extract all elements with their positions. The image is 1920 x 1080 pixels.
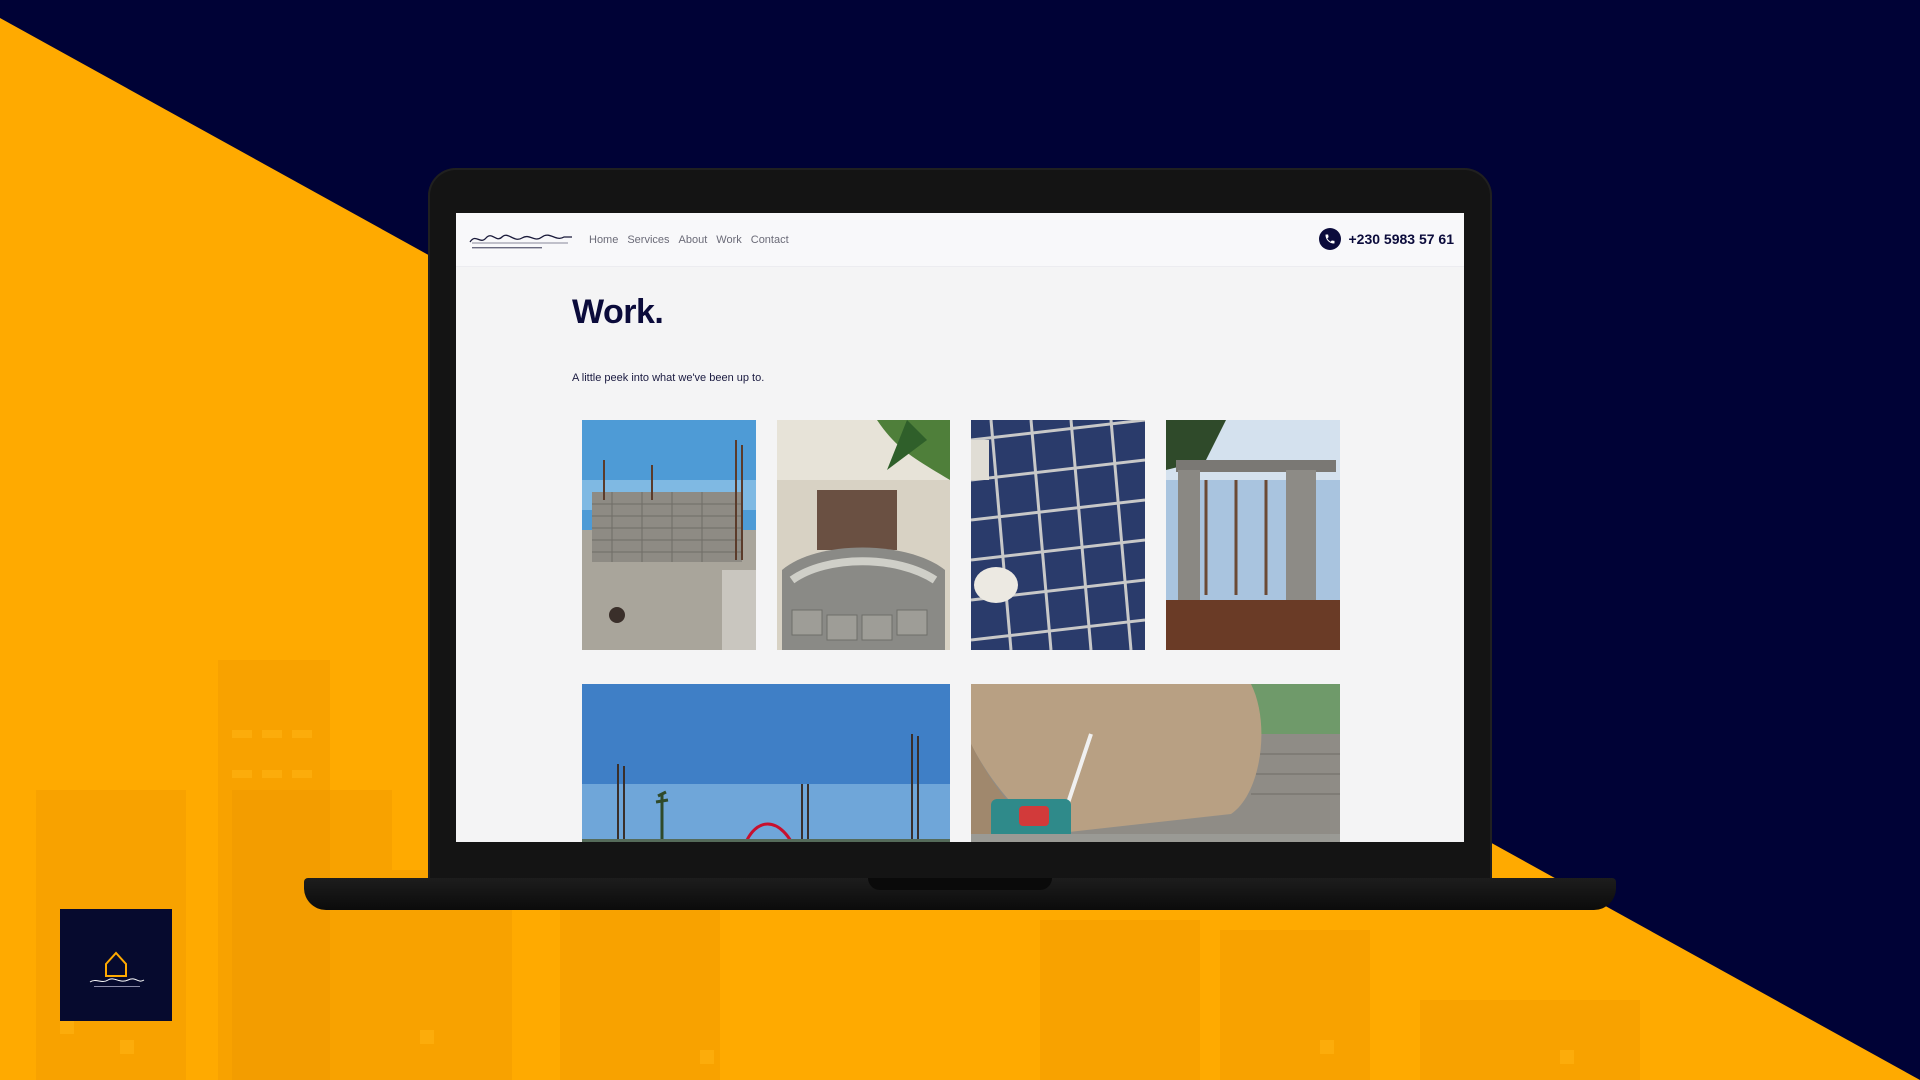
- phone-icon: [1318, 228, 1341, 250]
- phone-contact[interactable]: +230 5983 57 61: [1318, 228, 1455, 250]
- nav-links: Home Services About Work Contact: [589, 234, 789, 246]
- nav-home[interactable]: Home: [589, 234, 618, 246]
- nav-about[interactable]: About: [679, 234, 708, 246]
- page-subtitle: A little peek into what we've been up to…: [572, 372, 765, 384]
- laptop-notch: [868, 878, 1052, 890]
- brand-logo[interactable]: [468, 229, 574, 251]
- house-logo-icon: [89, 951, 145, 987]
- brand-badge: [60, 909, 172, 1021]
- laptop-screen: Home Services About Work Contact +230 59…: [456, 213, 1464, 842]
- gallery-image-stone-planter[interactable]: [777, 420, 950, 650]
- top-navigation: Home Services About Work Contact +230 59…: [456, 213, 1464, 267]
- gallery-image-rebar-mesh[interactable]: [971, 420, 1145, 650]
- phone-number[interactable]: +230 5983 57 61: [1349, 231, 1455, 247]
- gallery-image-worker-tape[interactable]: [971, 684, 1340, 842]
- nav-contact[interactable]: Contact: [751, 234, 789, 246]
- gallery-image-concrete-frame[interactable]: [1166, 420, 1340, 650]
- nav-work[interactable]: Work: [716, 234, 741, 246]
- gallery-image-block-wall[interactable]: [582, 420, 756, 650]
- nav-services[interactable]: Services: [627, 234, 669, 246]
- gallery-image-rebar-columns[interactable]: [582, 684, 950, 842]
- page-title: Work.: [572, 293, 664, 331]
